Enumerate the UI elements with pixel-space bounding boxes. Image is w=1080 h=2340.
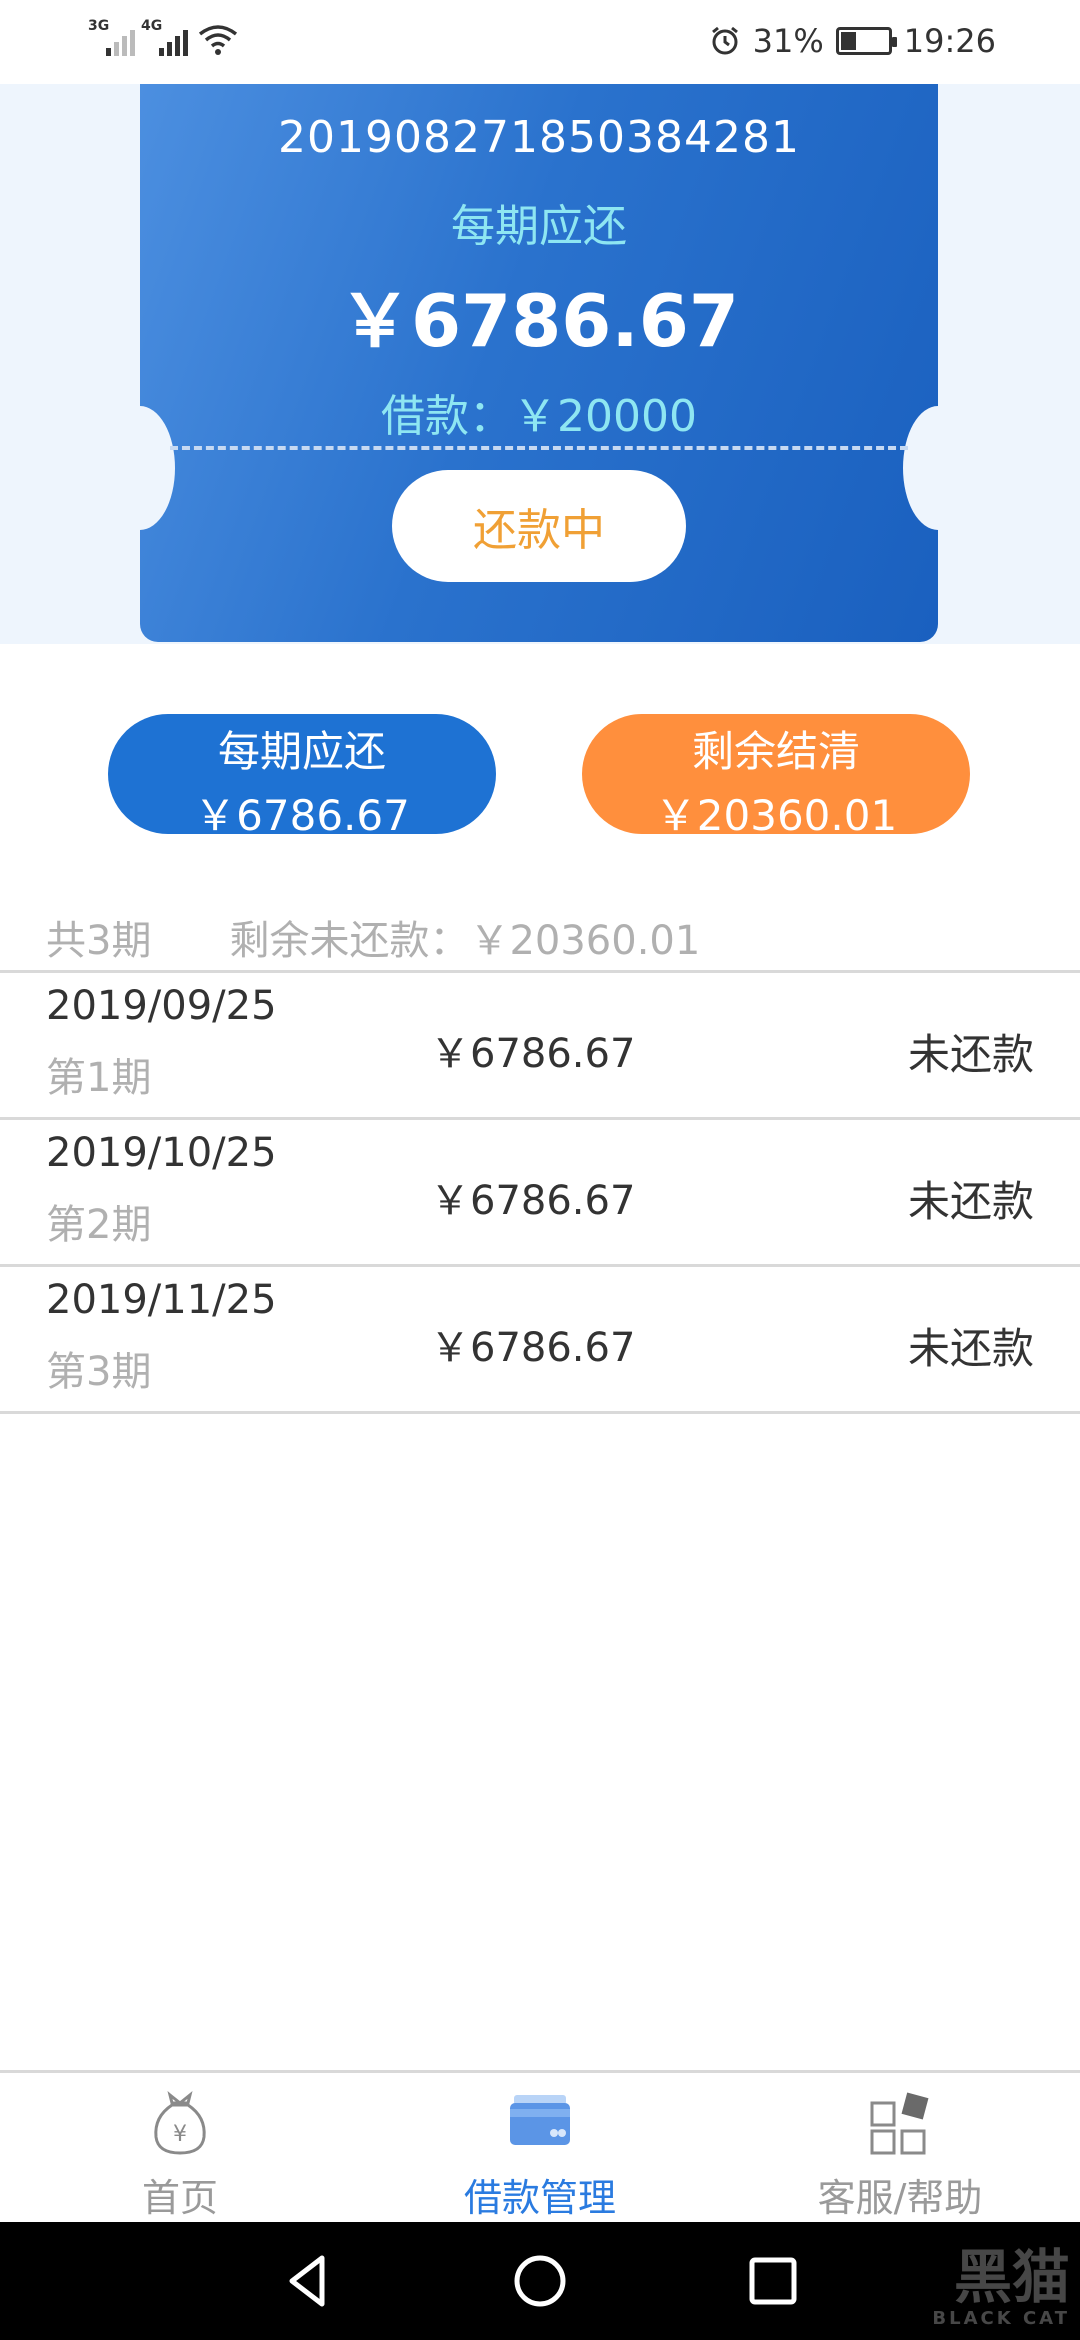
- system-nav-bar: [0, 2222, 1080, 2340]
- repayment-status-button[interactable]: 还款中: [392, 470, 686, 582]
- home-icon[interactable]: [503, 2244, 577, 2318]
- period-number: 第2期: [46, 1202, 152, 1248]
- total-periods: 共3期: [46, 918, 152, 964]
- alarm-icon: [711, 26, 738, 55]
- dashed-divider: [170, 446, 908, 450]
- clock: 19:26: [903, 22, 996, 60]
- period-amount: ￥6786.67: [430, 1325, 636, 1371]
- nav-item-home[interactable]: ¥ 首页: [0, 2073, 360, 2225]
- watermark-logo: 黑猫 BLACK CAT: [932, 2230, 1070, 2329]
- list-item[interactable]: 2019/09/25 第1期 ￥6786.67 未还款: [0, 973, 1080, 1120]
- back-icon[interactable]: [270, 2244, 344, 2318]
- loan-ticket-card: 201908271850384281 每期应还 ￥6786.67 借款：￥200…: [140, 84, 938, 642]
- status-right-group: 31% 19:26: [709, 22, 996, 60]
- nav-label-loan-management: 借款管理: [463, 2176, 616, 2220]
- wifi-icon: [198, 25, 238, 55]
- settle-amount: ￥20360.01: [654, 791, 898, 840]
- remaining-unpaid: 剩余未还款：￥20360.01: [229, 918, 701, 964]
- watermark-text: 黑猫: [953, 2243, 1070, 2311]
- grid-icon: [870, 2092, 929, 2155]
- repayment-summary: 共3期 剩余未还款：￥20360.01: [46, 908, 700, 966]
- loan-amount: 借款：￥20000: [381, 391, 697, 442]
- settle-label: 剩余结清: [691, 727, 860, 776]
- due-date: 2019/09/25: [46, 983, 277, 1029]
- per-period-amount: ￥6786.67: [339, 279, 739, 363]
- list-item[interactable]: 2019/11/25 第3期 ￥6786.67 未还款: [0, 1267, 1080, 1414]
- nav-item-loan-management[interactable]: 借款管理: [360, 2073, 720, 2225]
- network-type-label: 3G: [88, 18, 110, 34]
- battery-percent: 31%: [752, 22, 824, 60]
- loan-card-area: 201908271850384281 每期应还 ￥6786.67 借款：￥200…: [0, 84, 1080, 644]
- payment-status: 未还款: [907, 1177, 1034, 1226]
- per-period-label: 每期应还: [451, 201, 627, 252]
- installment-repay-button[interactable]: 每期应还 ￥6786.67: [108, 714, 496, 840]
- card-icon: [510, 2095, 570, 2145]
- signal-icon: 3G: [88, 18, 135, 56]
- nav-label-home: 首页: [141, 2176, 218, 2220]
- settle-remaining-button[interactable]: 剩余结清 ￥20360.01: [582, 714, 970, 840]
- period-number: 第3期: [46, 1349, 152, 1395]
- nav-item-support[interactable]: 客服/帮助: [720, 2073, 1080, 2225]
- installment-amount: ￥6786.67: [194, 791, 410, 840]
- bottom-nav: ¥ 首页 借款管理 客服/帮助: [0, 2070, 1080, 2222]
- money-bag-icon: ¥: [154, 2091, 206, 2155]
- period-amount: ￥6786.67: [430, 1178, 636, 1224]
- due-date: 2019/11/25: [46, 1277, 277, 1323]
- installment-label: 每期应还: [217, 727, 386, 776]
- network-type-label: 4G: [141, 18, 163, 34]
- order-number: 201908271850384281: [278, 112, 800, 163]
- repayment-list: 2019/09/25 第1期 ￥6786.67 未还款 2019/10/25 第…: [0, 970, 1080, 1414]
- watermark-subtext: BLACK CAT: [932, 2308, 1070, 2329]
- battery-icon: [835, 27, 897, 55]
- signal-icon: 4G: [141, 18, 188, 56]
- list-item[interactable]: 2019/10/25 第2期 ￥6786.67 未还款: [0, 1120, 1080, 1267]
- svg-text:¥: ¥: [173, 2122, 187, 2147]
- status-bar: 3G 4G 31% 19:26: [0, 0, 1080, 84]
- payment-status: 未还款: [907, 1030, 1034, 1079]
- period-amount: ￥6786.67: [430, 1031, 636, 1077]
- nav-label-support: 客服/帮助: [817, 2176, 983, 2220]
- signal-group: 3G 4G: [88, 18, 238, 56]
- recents-icon[interactable]: [736, 2244, 810, 2318]
- period-number: 第1期: [46, 1055, 152, 1101]
- due-date: 2019/10/25: [46, 1130, 277, 1176]
- payment-status: 未还款: [907, 1324, 1034, 1373]
